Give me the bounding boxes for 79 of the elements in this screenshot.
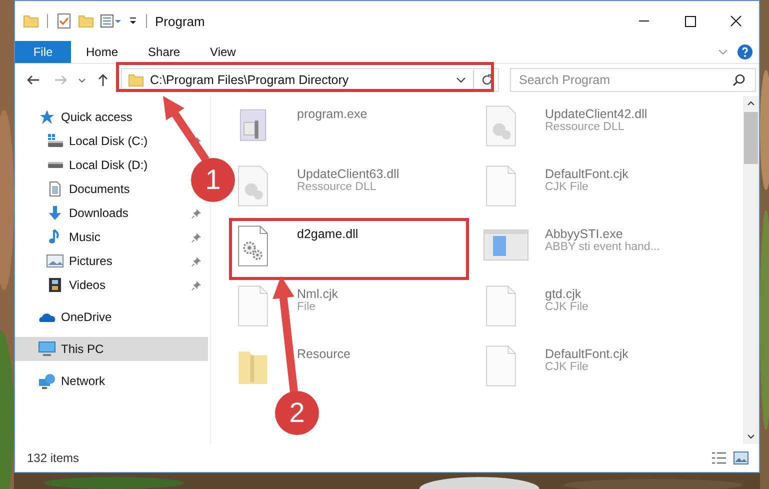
file-icon <box>483 163 519 209</box>
help-icon[interactable] <box>737 44 753 60</box>
download-icon <box>47 205 63 221</box>
file-item[interactable]: UpdateClient42.dll Ressource DLL <box>479 99 652 149</box>
sidebar-item[interactable]: Downloads <box>23 201 132 225</box>
arrow <box>163 96 210 162</box>
file-icon <box>483 283 519 329</box>
drive-icon <box>46 162 64 168</box>
file-icon <box>235 283 271 329</box>
file-item[interactable]: Nml.cjk File <box>231 279 342 329</box>
sidebar-item[interactable]: OneDrive <box>15 305 116 329</box>
sidebar-item[interactable]: Videos <box>23 273 110 297</box>
window-title: Program <box>155 14 205 28</box>
details-view-icon[interactable] <box>711 450 727 466</box>
folder-icon <box>128 72 144 88</box>
document-icon <box>47 181 63 197</box>
scrollbar[interactable] <box>743 96 759 444</box>
sidebar-item[interactable]: Quick access <box>15 105 136 129</box>
file-icon <box>483 103 519 149</box>
file-item[interactable]: DefaultFont.cjk CJK File <box>479 159 632 209</box>
ribbon-tab[interactable]: Home <box>71 41 134 63</box>
file-item[interactable]: program.exe <box>231 99 372 149</box>
item-count: 132 items <box>27 451 80 465</box>
sidebar-item[interactable]: This PC <box>15 337 208 361</box>
sidebar-item[interactable]: Local Disk (C:) <box>23 129 152 153</box>
application-icon <box>483 227 529 263</box>
large-icons-view-icon[interactable] <box>733 450 749 466</box>
file-name: program.exe <box>297 107 368 121</box>
file-name: DefaultFont.cjk <box>545 347 628 361</box>
sidebar-item[interactable]: Network <box>15 369 110 393</box>
pin-icon[interactable] <box>191 280 202 290</box>
file-type: File <box>297 301 317 313</box>
scroll-thumb[interactable] <box>744 112 758 164</box>
cloud-icon <box>38 311 56 323</box>
file-name: UpdateClient42.dll <box>545 107 648 121</box>
picture-icon <box>46 254 64 268</box>
sidebar-item[interactable]: Documents <box>23 177 134 201</box>
file-item[interactable]: DefaultFont.cjk CJK File <box>479 339 632 389</box>
sidebar-item[interactable]: Local Disk (D:) <box>23 153 152 177</box>
pin-icon[interactable] <box>191 208 202 218</box>
file-name: Nml.cjk <box>297 287 338 301</box>
star-icon <box>39 109 55 125</box>
address-bar[interactable]: C:\Program Files\Program Directory <box>121 68 499 92</box>
dropdown-icon[interactable] <box>128 16 138 26</box>
file-item[interactable]: AbbyySTI.exe ABBY sti event hand... <box>479 219 664 263</box>
ribbon-tab[interactable]: Share <box>133 41 196 63</box>
search-field[interactable]: Search Program <box>510 68 756 92</box>
network-icon <box>38 373 56 389</box>
file-item[interactable]: gtd.cjk CJK File <box>479 279 592 329</box>
file-name: gtd.cjk <box>545 287 582 301</box>
file-type: Ressource DLL <box>545 121 626 133</box>
ribbon-tab[interactable]: File <box>15 41 71 63</box>
file-type: CJK File <box>545 301 588 313</box>
file-name: Resource <box>297 347 350 361</box>
file-name: AbbyySTI.exe <box>545 227 624 241</box>
file-type: Ressource DLL <box>297 181 378 193</box>
refresh-icon[interactable] <box>480 73 494 87</box>
address-path: C:\Program Files\Program Directory <box>150 73 350 87</box>
file-icon <box>483 343 519 389</box>
monitor-icon <box>38 341 56 357</box>
file-item[interactable]: Resource <box>231 339 354 389</box>
ribbon-tab[interactable]: View <box>195 41 251 63</box>
system-drive-icon <box>46 134 64 148</box>
pin-icon[interactable] <box>191 232 202 242</box>
file-name: UpdateClient63.dll <box>297 167 400 181</box>
file-type: ABBY sti event hand... <box>545 241 660 253</box>
file-type: CJK File <box>545 361 590 373</box>
file-name: d2game.dll <box>297 227 358 241</box>
file-icon <box>235 163 271 209</box>
file-name: DefaultFont.cjk <box>545 167 628 181</box>
view-options-icon[interactable] <box>100 13 122 29</box>
gear-file-icon <box>235 223 271 269</box>
file-item[interactable]: d2game.dll <box>231 219 362 269</box>
file-type: CJK File <box>545 181 590 193</box>
sidebar-item[interactable]: Pictures <box>23 249 116 273</box>
properties-icon[interactable] <box>56 13 72 29</box>
sidebar-item[interactable]: Music <box>23 225 104 249</box>
film-icon <box>47 277 63 293</box>
pin-icon[interactable] <box>191 256 202 266</box>
